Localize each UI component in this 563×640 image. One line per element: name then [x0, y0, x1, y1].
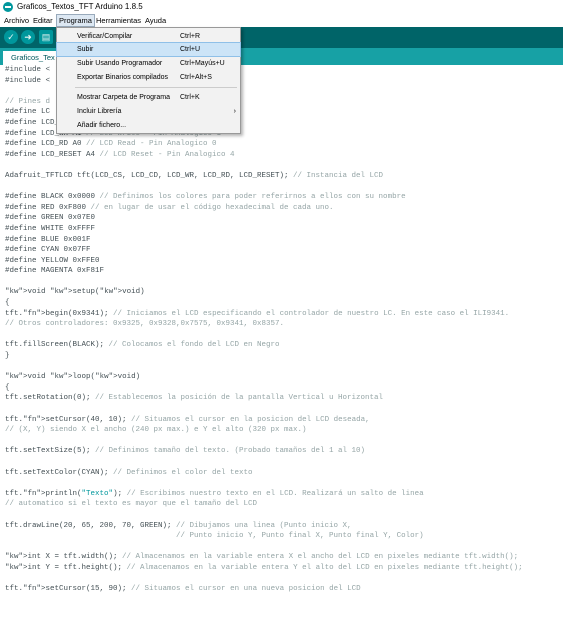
menu-item-verificar[interactable]: Verificar/Compilar Ctrl+R	[57, 30, 240, 43]
menu-item-anadir-fichero[interactable]: Añadir fichero...	[57, 119, 240, 132]
code-line: // Otros controladores: 0x9325, 0x9328,0…	[5, 320, 285, 329]
code-line: tft."fn">setCursor(40, 10); // Situamos …	[5, 415, 370, 424]
menu-item-subir-programador[interactable]: Subir Usando Programador Ctrl+Mayús+U	[57, 57, 240, 70]
menu-archivo[interactable]: Archivo	[2, 14, 31, 27]
menu-item-shortcut: Ctrl+Mayús+U	[180, 60, 225, 67]
code-line: // Punto inicio Y, Punto final X, Punto …	[176, 532, 424, 541]
menu-item-label: Exportar Binarios compilados	[77, 74, 169, 81]
code-line: Adafruit_TFTLCD tft(LCD_CS, LCD_CD, LCD_…	[5, 171, 384, 180]
menu-item-mostrar-carpeta[interactable]: Mostrar Carpeta de Programa Ctrl+K	[57, 91, 240, 104]
menu-item-exportar-binarios[interactable]: Exportar Binarios compilados Ctrl+Alt+S	[57, 71, 240, 84]
file-icon: ▤	[41, 32, 51, 42]
menu-separator	[75, 87, 237, 88]
menu-item-label: Añadir fichero...	[77, 122, 127, 129]
code-line: // (X, Y) siendo X el ancho (240 px max.…	[5, 426, 307, 435]
code-line: tft."fn">setCursor(15, 90); // Situamos …	[5, 585, 361, 594]
code-line: }	[5, 352, 10, 361]
menu-item-label: Mostrar Carpeta de Programa	[77, 94, 170, 101]
code-line: #define MAGENTA 0xF81F	[5, 267, 105, 276]
menu-item-subir[interactable]: Subir Ctrl+U	[56, 42, 241, 57]
menu-editar[interactable]: Editar	[31, 14, 55, 27]
programa-dropdown-menu: Verificar/Compilar Ctrl+R Subir Ctrl+U S…	[56, 27, 241, 134]
check-icon: ✓	[7, 32, 15, 42]
code-line: tft."fn">println("Texto"); // Escribimos…	[5, 489, 424, 498]
code-line: tft.setRotation(0); // Establecemos la p…	[5, 394, 384, 403]
menu-item-shortcut: Ctrl+K	[180, 94, 200, 101]
code-line: tft."fn">begin(0x9341); // Iniciamos el …	[5, 309, 510, 318]
menu-item-shortcut: Ctrl+U	[180, 46, 201, 53]
arrow-right-icon: ➜	[24, 32, 32, 42]
new-button[interactable]: ▤	[39, 30, 53, 44]
menu-item-label: Subir	[77, 46, 94, 53]
code-line: tft.setTextColor(CYAN); // Definimos el …	[5, 468, 253, 477]
verify-button[interactable]: ✓	[4, 30, 18, 44]
code-line: {	[5, 383, 10, 392]
menu-bar: Archivo Editar Programa Herramientas Ayu…	[0, 14, 563, 27]
code-line: #define YELLOW 0xFFE0	[5, 256, 100, 265]
code-line: "kw">int Y = tft.height(); // Almacenamo…	[5, 563, 523, 572]
code-line: #define GREEN 0x07E0	[5, 214, 96, 223]
menu-item-shortcut: Ctrl+Alt+S	[180, 74, 212, 81]
menu-programa[interactable]: Programa	[56, 14, 95, 27]
code-line: "kw">int X = tft.width(); // Almacenamos…	[5, 553, 519, 562]
menu-item-shortcut: Ctrl+R	[180, 33, 201, 40]
code-line: {	[5, 299, 10, 308]
upload-button[interactable]: ➜	[21, 30, 35, 44]
code-line: "kw">void "kw">loop("kw">void)	[5, 373, 141, 382]
menu-item-incluir-libreria[interactable]: Incluir Librería ›	[57, 105, 240, 118]
code-line: "kw">void "kw">setup("kw">void)	[5, 288, 145, 297]
code-line: #define RED 0xF800 // en lugar de usar e…	[5, 203, 334, 212]
code-line: #define LCD_RD A0 // LCD Read - Pin Anal…	[5, 140, 217, 149]
menu-herramientas[interactable]: Herramientas	[94, 14, 143, 27]
code-line: #define BLACK 0x0000 // Definimos los co…	[5, 193, 406, 202]
menu-ayuda[interactable]: Ayuda	[143, 14, 168, 27]
menu-item-label: Incluir Librería	[77, 108, 122, 115]
code-line: #define BLUE 0x001F	[5, 235, 91, 244]
title-bar: Graficos_Textos_TFT Arduino 1.8.5	[0, 0, 563, 14]
submenu-arrow-icon: ›	[233, 108, 236, 115]
code-line: #define CYAN 0x07FF	[5, 246, 91, 255]
code-editor[interactable]: #include < ficos#include < // Pines d#de…	[0, 65, 563, 640]
code-line: // automatico si el texto es mayor que e…	[5, 500, 258, 509]
code-text: #include < ficos#include < // Pines d#de…	[5, 65, 523, 595]
code-line: tft.setTextSize(5); // Definimos tamaño …	[5, 447, 366, 456]
menu-item-label: Subir Usando Programador	[77, 60, 163, 67]
code-line: tft.fillScreen(BLACK); // Colocamos el f…	[5, 341, 280, 350]
arduino-logo-icon	[3, 2, 13, 12]
menu-item-label: Verificar/Compilar	[77, 33, 133, 40]
code-line: #define WHITE 0xFFFF	[5, 224, 96, 233]
code-line: tft.drawLine(20, 65, 200, 70, GREEN); //…	[5, 521, 352, 530]
code-line: #define LCD_RESET A4 // LCD Reset - Pin …	[5, 150, 235, 159]
window-title: Graficos_Textos_TFT Arduino 1.8.5	[17, 2, 143, 11]
